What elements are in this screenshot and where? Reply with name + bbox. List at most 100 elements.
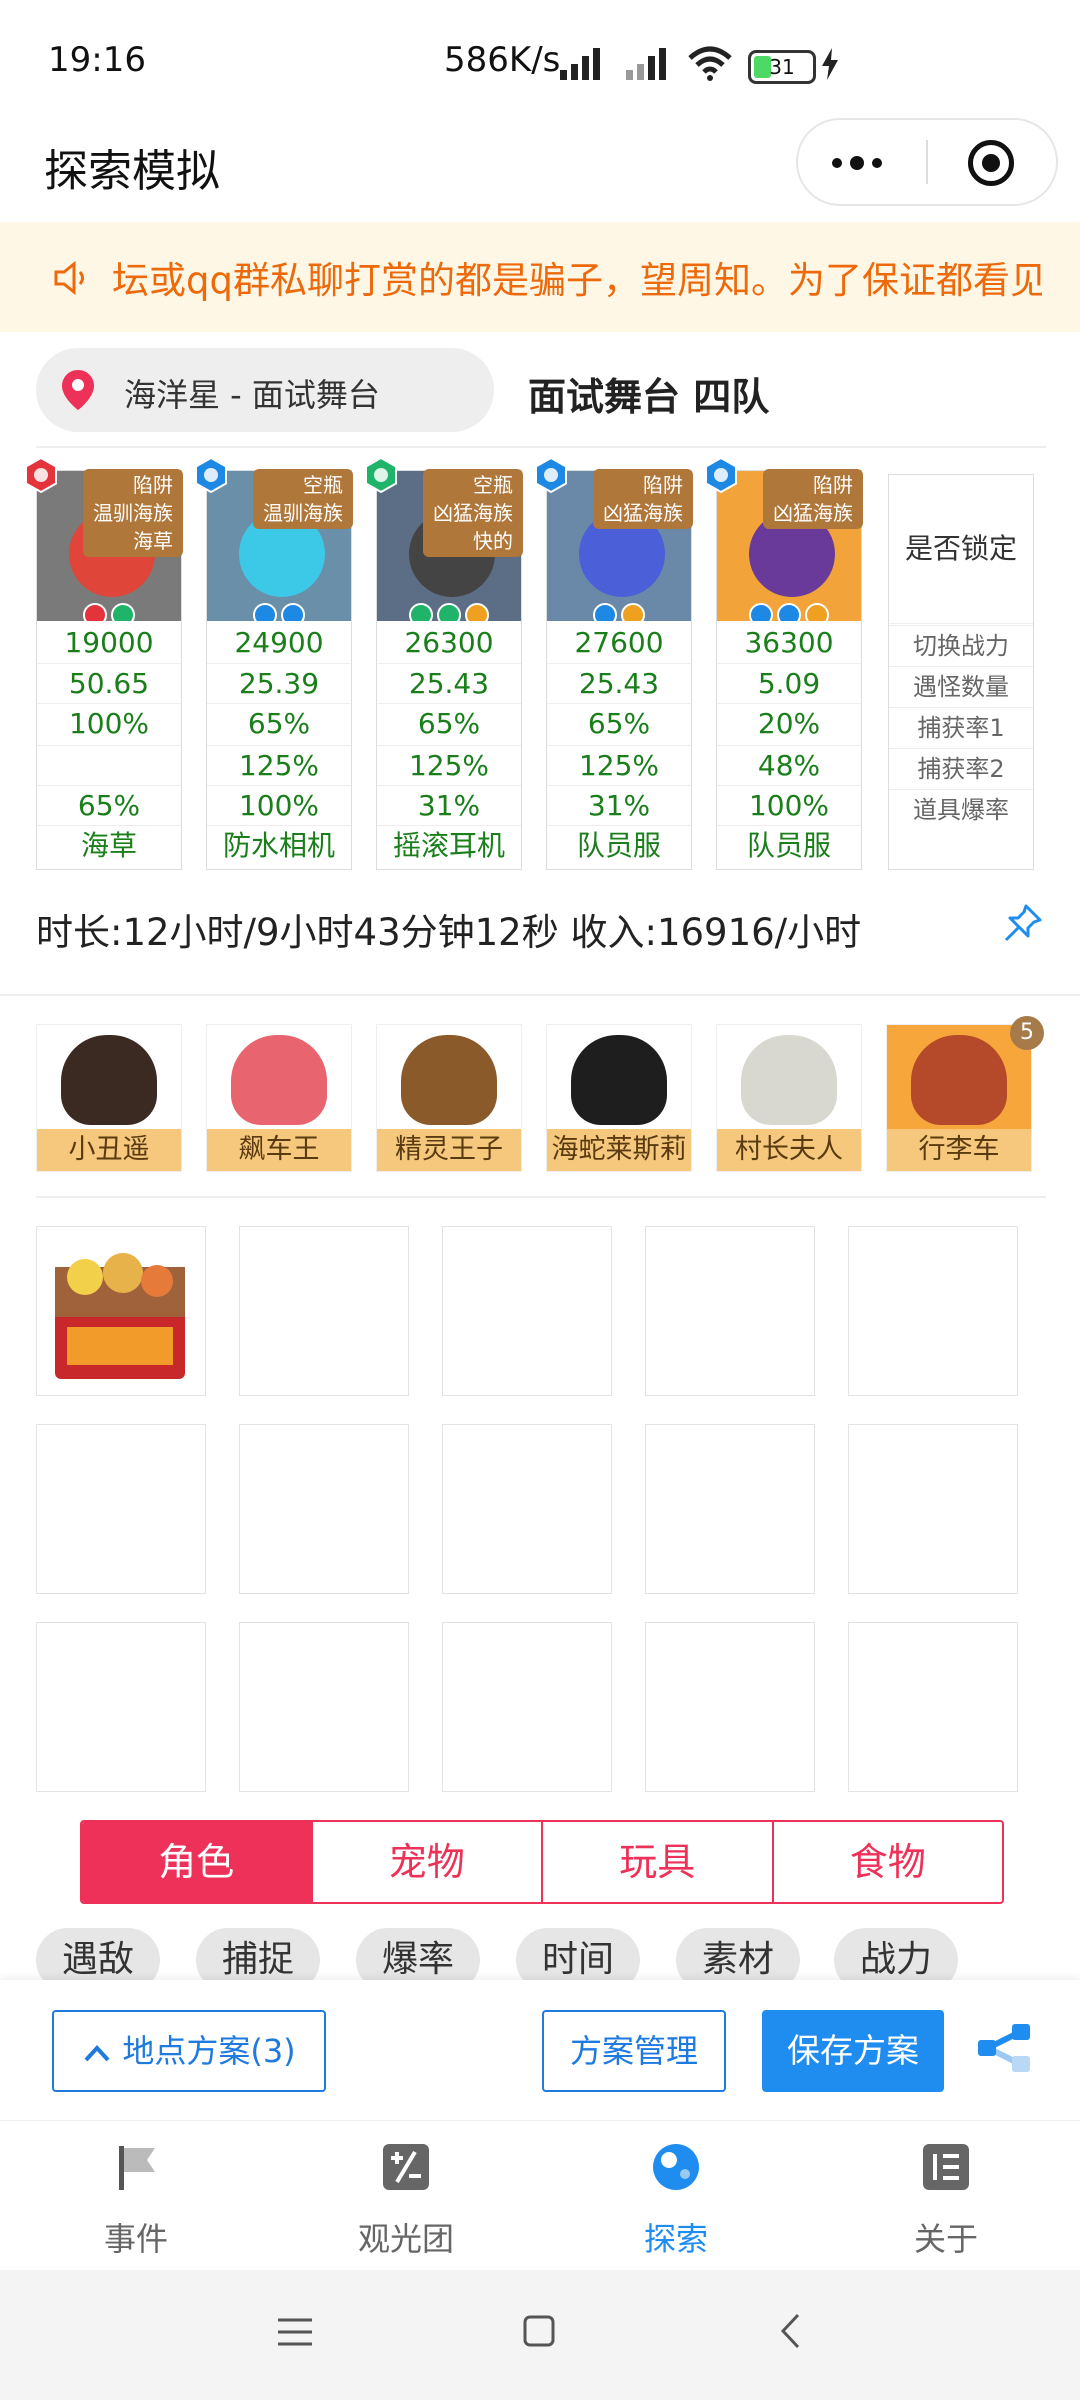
- card-tag-line: 陷阱: [643, 473, 683, 497]
- item-slot[interactable]: [848, 1226, 1018, 1396]
- stat-capture-2: [37, 745, 181, 786]
- list-icon: [923, 2144, 969, 2190]
- team-card[interactable]: 空瓶 温驯海族 24900 25.39 65% 125% 100% 防水相机: [195, 457, 353, 870]
- item-slot[interactable]: [645, 1424, 815, 1594]
- notice-text: 坛或qq群私聊打赏的都是骗子，望周知。为了保证都看见: [112, 259, 1042, 302]
- team-card[interactable]: 空瓶 凶猛海族 快的 26300 25.43 65% 125% 31% 摇滚耳机: [365, 457, 523, 870]
- pushpin-icon[interactable]: [1000, 902, 1044, 946]
- stat-encounters: 25.43: [547, 663, 691, 704]
- tab-pets[interactable]: 宠物: [310, 1822, 542, 1902]
- stat-item: 队员服: [547, 825, 691, 866]
- trait-chip: [437, 603, 461, 621]
- item-slot[interactable]: [848, 1424, 1018, 1594]
- member-card[interactable]: 精灵王子: [376, 1024, 522, 1172]
- card-tag: 陷阱凶猛海族: [593, 469, 693, 529]
- close-miniapp-icon[interactable]: [968, 140, 1014, 186]
- lock-toggle[interactable]: 是否锁定: [889, 475, 1033, 624]
- team-card[interactable]: 陷阱 凶猛海族 27600 25.43 65% 125% 31% 队员服: [535, 457, 693, 870]
- back-icon[interactable]: [778, 2312, 802, 2350]
- item-slot[interactable]: [36, 1622, 206, 1792]
- nav-about[interactable]: 关于: [866, 2142, 1026, 2260]
- member-card[interactable]: 行李车: [886, 1024, 1032, 1172]
- location-plans-button[interactable]: 地点方案(3): [52, 2010, 326, 2092]
- item-slot[interactable]: [442, 1424, 612, 1594]
- stat-power: 36300: [744, 626, 834, 659]
- member-avatar: [401, 1035, 497, 1125]
- nav-events[interactable]: 事件: [56, 2142, 216, 2260]
- card-tag-line: 空瓶: [473, 473, 513, 497]
- stat-encounters: 25.39: [207, 663, 351, 704]
- save-plan-button[interactable]: 保存方案: [762, 2010, 944, 2092]
- nav-explore-label: 探索: [643, 2220, 708, 2258]
- tab-food[interactable]: 食物: [771, 1822, 1003, 1902]
- member-card[interactable]: 海蛇莱斯莉: [546, 1024, 692, 1172]
- member-name: 村长夫人: [717, 1129, 861, 1171]
- item-slot[interactable]: [848, 1622, 1018, 1792]
- card-tag-line: 快的: [473, 529, 513, 553]
- item-slot[interactable]: [239, 1622, 409, 1792]
- more-icon[interactable]: [832, 146, 892, 178]
- team-card[interactable]: 陷阱 温驯海族 海草 19000 50.65 100% 65% 海草: [25, 457, 183, 870]
- water-element-icon: [535, 457, 567, 493]
- member-avatar: [61, 1035, 157, 1125]
- item-slot[interactable]: [442, 1226, 612, 1396]
- member-avatar: [741, 1035, 837, 1125]
- label-capture-rate-1: 捕获率1: [889, 707, 1033, 748]
- food-box-icon: [55, 1253, 185, 1379]
- item-slot[interactable]: [645, 1622, 815, 1792]
- stat-capture-2: 48%: [717, 745, 861, 786]
- chevron-up-icon: [84, 2045, 110, 2062]
- stat-item: 队员服: [717, 825, 861, 866]
- stat-drop: 31%: [377, 785, 521, 826]
- share-icon[interactable]: [976, 2018, 1032, 2078]
- menu-icon[interactable]: [276, 2316, 314, 2348]
- member-avatar: [911, 1035, 1007, 1125]
- card-tag: 空瓶 凶猛海族 快的: [423, 469, 523, 557]
- flag-icon: [119, 2146, 155, 2190]
- stat-capture-1: 100%: [37, 703, 181, 744]
- member-card[interactable]: 小丑遥: [36, 1024, 182, 1172]
- stat-power: 24900: [234, 626, 324, 659]
- card-tag-line: 温驯海族: [263, 501, 343, 525]
- time-income-info: 时长:12小时/9小时43分钟12秒 收入:16916/小时: [36, 911, 862, 954]
- capsule-divider: [926, 140, 928, 184]
- divider: [0, 994, 1080, 996]
- miniapp-capsule: [796, 118, 1058, 206]
- trait-chips: [377, 603, 521, 621]
- item-slot[interactable]: [442, 1622, 612, 1792]
- planet-icon: [653, 2144, 699, 2190]
- nav-tour-group[interactable]: 观光团: [326, 2142, 486, 2260]
- item-slot[interactable]: [36, 1226, 206, 1396]
- stat-capture-1: 65%: [547, 703, 691, 744]
- member-image: [887, 1025, 1031, 1129]
- network-speed: 586K/s: [444, 40, 561, 80]
- team-card[interactable]: 陷阱 凶猛海族 36300 5.09 20% 48% 100% 队员服: [705, 457, 863, 870]
- home-icon[interactable]: [522, 2314, 556, 2348]
- count-badge: 5: [1010, 1016, 1044, 1050]
- trait-chip: [83, 603, 107, 621]
- item-slot[interactable]: [239, 1226, 409, 1396]
- tab-toys[interactable]: 玩具: [541, 1822, 772, 1902]
- water-element-icon: [705, 457, 737, 493]
- card-tag-line: 凶猛海族: [603, 501, 683, 525]
- member-card[interactable]: 村长夫人: [716, 1024, 862, 1172]
- stat-drop: 100%: [717, 785, 861, 826]
- member-card[interactable]: 飙车王: [206, 1024, 352, 1172]
- item-slot[interactable]: [645, 1226, 815, 1396]
- tab-roles[interactable]: 角色: [82, 1822, 311, 1902]
- card-tag-line: 海草: [133, 529, 173, 553]
- nav-explore[interactable]: 探索: [596, 2142, 756, 2260]
- label-drop-rate: 道具爆率: [889, 789, 1033, 830]
- member-image: [377, 1025, 521, 1129]
- trait-chip: [749, 603, 773, 621]
- trait-chip: [281, 603, 305, 621]
- item-slot[interactable]: [36, 1424, 206, 1594]
- card-tag-line: 凶猛海族: [773, 501, 853, 525]
- trait-chip: [777, 603, 801, 621]
- stat-item: 摇滚耳机: [377, 825, 521, 866]
- item-slot[interactable]: [239, 1424, 409, 1594]
- charging-icon: [822, 48, 838, 80]
- manage-plans-button[interactable]: 方案管理: [542, 2010, 726, 2092]
- location-name[interactable]: 海洋星 - 面试舞台: [124, 370, 380, 416]
- stat-capture-2: 125%: [377, 745, 521, 786]
